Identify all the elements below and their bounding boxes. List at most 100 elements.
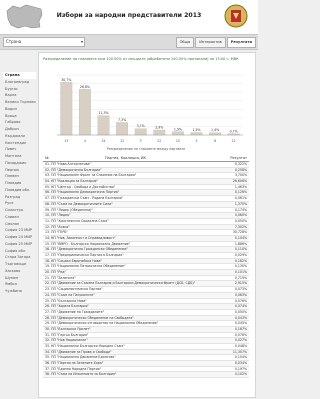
sidebar-item[interactable]: Варна [3, 92, 36, 99]
sidebar-item[interactable]: Бургас [3, 86, 36, 93]
sidebar-item[interactable]: Габрово [3, 119, 36, 126]
sidebar-item[interactable]: Видин [3, 106, 36, 113]
party-result: 0,027% [234, 338, 247, 343]
x-tick-label: 15 [176, 139, 180, 143]
sidebar-item[interactable]: Страна [3, 72, 36, 79]
sidebar-item[interactable]: Плевен [3, 173, 36, 180]
sidebar-item[interactable]: Стара Загора [3, 254, 36, 261]
party-name: 20. ПП "Ред" [45, 270, 66, 275]
sidebar-item[interactable]: Перник [3, 167, 36, 174]
results-table: 01. ПП "Нова Алтернатива" 0,322% 02. ПП "Д… [43, 162, 249, 379]
party-name: 29. ПП "Демократическо отговорство на На… [45, 321, 159, 326]
toolbar: Страна ▾ Общо Интерактив Резултати [0, 34, 258, 50]
x-tick-label: 12 [120, 139, 124, 143]
chart-bar[interactable] [171, 131, 184, 136]
party-result: 30,728% [232, 230, 247, 235]
sidebar-item[interactable]: Хасково [3, 268, 36, 275]
party-name: 25. ПП "Българска Нова" [45, 298, 87, 303]
sidebar-item[interactable]: София 25 МИР [3, 241, 36, 248]
tab-interactive[interactable]: Интерактив [195, 37, 226, 48]
party-name: 30. ПП "Българска Пролет" [45, 326, 91, 331]
sidebar-item[interactable]: Ловеч [3, 146, 36, 153]
party-result: 0,182% [234, 258, 247, 263]
party-result: 0,060% [234, 213, 247, 218]
party-result: 2,915% [234, 281, 247, 286]
party-name: 24. ПП "Съюз на Патриотите" [45, 292, 95, 297]
party-result: 0,048% [234, 344, 247, 348]
sidebar-item[interactable]: Монтана [3, 153, 36, 160]
sidebar-item[interactable]: Благоевград [3, 79, 36, 86]
party-result: 1,370% [234, 201, 247, 206]
party-result: 0,101% [234, 270, 247, 275]
sidebar-item[interactable]: Добрич [3, 126, 36, 133]
party-result: 0,034% [234, 361, 247, 366]
party-result: 0,258% [234, 167, 247, 172]
party-name: 33. КП "Национално Българско Народно Съю… [45, 344, 125, 348]
party-result: 1,463% [234, 184, 247, 189]
party-result: 0,174% [234, 207, 247, 212]
party-name: 12. ПП "Атака" [45, 224, 70, 229]
party-name: 18. КП "Социал Европейска Нова" [45, 258, 102, 263]
sidebar-item[interactable]: Враца [3, 113, 36, 120]
sidebar-item[interactable]: Кюстендил [3, 140, 36, 147]
sidebar-item[interactable]: Шумен [3, 275, 36, 282]
party-name: 11. ПП "Християнска Социална Съюз" [45, 218, 109, 223]
region-select[interactable]: Страна ▾ [3, 37, 85, 47]
party-name: 27. ПП "Движение на Гражданите" [45, 309, 105, 314]
data-label: 26,6% [80, 85, 90, 89]
chart-bar[interactable] [78, 89, 91, 136]
page-title: Избори за народни представители 2013 [56, 12, 202, 19]
x-tick-label: 22 [157, 139, 161, 143]
party-name: 34. ПП "Движение за Права и Свободи" [45, 349, 112, 354]
region-sidebar: Страна Благоевград Бургас Варна Велико Търно… [3, 72, 36, 295]
sidebar-item[interactable]: Силистра [3, 207, 36, 214]
party-result: 0,719% [234, 275, 247, 280]
data-label: 2,9% [155, 125, 163, 129]
sidebar-item[interactable]: Пловдив обл. [3, 187, 36, 194]
chart-bar[interactable] [153, 129, 166, 136]
x-tick-label: 8 [214, 139, 216, 143]
tab-results[interactable]: Резултати [226, 37, 256, 48]
sidebar-item[interactable]: София 24 МИР [3, 234, 36, 241]
sidebar-item[interactable]: Чужбина [3, 288, 36, 295]
sidebar-item[interactable]: Пловдив [3, 180, 36, 187]
party-name: 22. ПП "Движение за Съюзна България и Бъ… [45, 281, 196, 286]
party-name: 37. ПП "Единна Народна Партия" [45, 366, 102, 371]
party-name: 13. ПП "ГЕРБ" [45, 230, 68, 235]
sidebar-item[interactable]: Разград [3, 194, 36, 201]
x-tick-label: 13 [64, 139, 68, 143]
data-label: 3,7% [137, 124, 145, 128]
party-name: 08. ПП "Съюз на Демократичните Сили" [45, 201, 113, 206]
chart-bar[interactable] [209, 132, 222, 136]
sidebar-item[interactable]: Кърджали [3, 133, 36, 140]
sidebar-item[interactable]: Сливен [3, 214, 36, 221]
chart-bar[interactable] [97, 115, 110, 136]
sidebar-item[interactable]: Русе [3, 200, 36, 207]
party-name: 17. ПП "Предприемаческа Партия в Българи… [45, 253, 124, 257]
party-result: 7,302% [234, 224, 247, 229]
sidebar-item[interactable]: Търговище [3, 261, 36, 268]
table-header: № Партия, Коалиция, ИК Резултат [43, 155, 249, 162]
chart-bar[interactable] [116, 122, 129, 136]
sidebar-item[interactable]: Велико Търново [3, 99, 36, 106]
party-name: 04. КП "Коалиция за България" [45, 179, 98, 184]
party-name: 23. ПП "Социалистическа Партия" [45, 287, 103, 292]
x-tick-label: 3 [140, 139, 142, 143]
sidebar-item[interactable]: Пазарджик [3, 160, 36, 167]
chart-bar[interactable] [134, 128, 147, 136]
sidebar-item[interactable]: София 23 МИР [3, 227, 36, 234]
tab-general[interactable]: Общо [175, 37, 195, 48]
party-result: 0,074% [234, 304, 247, 309]
processing-note: Разпределение на гласовете към 100.00% о… [43, 57, 239, 61]
party-name: 01. ПП "Нова Алтернатива" [45, 162, 91, 166]
sidebar-item[interactable]: София обл. [3, 248, 36, 255]
chart-bar[interactable] [190, 132, 203, 136]
party-result: 0,167% [234, 326, 247, 331]
sidebar-item[interactable]: Смолян [3, 221, 36, 228]
chart-bar[interactable] [60, 82, 73, 136]
party-name: 19. ПП "Национално Патриотична Обединени… [45, 264, 126, 269]
party-result: 0,050% [234, 309, 247, 314]
results-panel: Разпределение на гласовете към 100.00% о… [38, 52, 256, 398]
sidebar-item[interactable]: Ямбол [3, 281, 36, 288]
party-result: 0,061% [234, 196, 247, 201]
